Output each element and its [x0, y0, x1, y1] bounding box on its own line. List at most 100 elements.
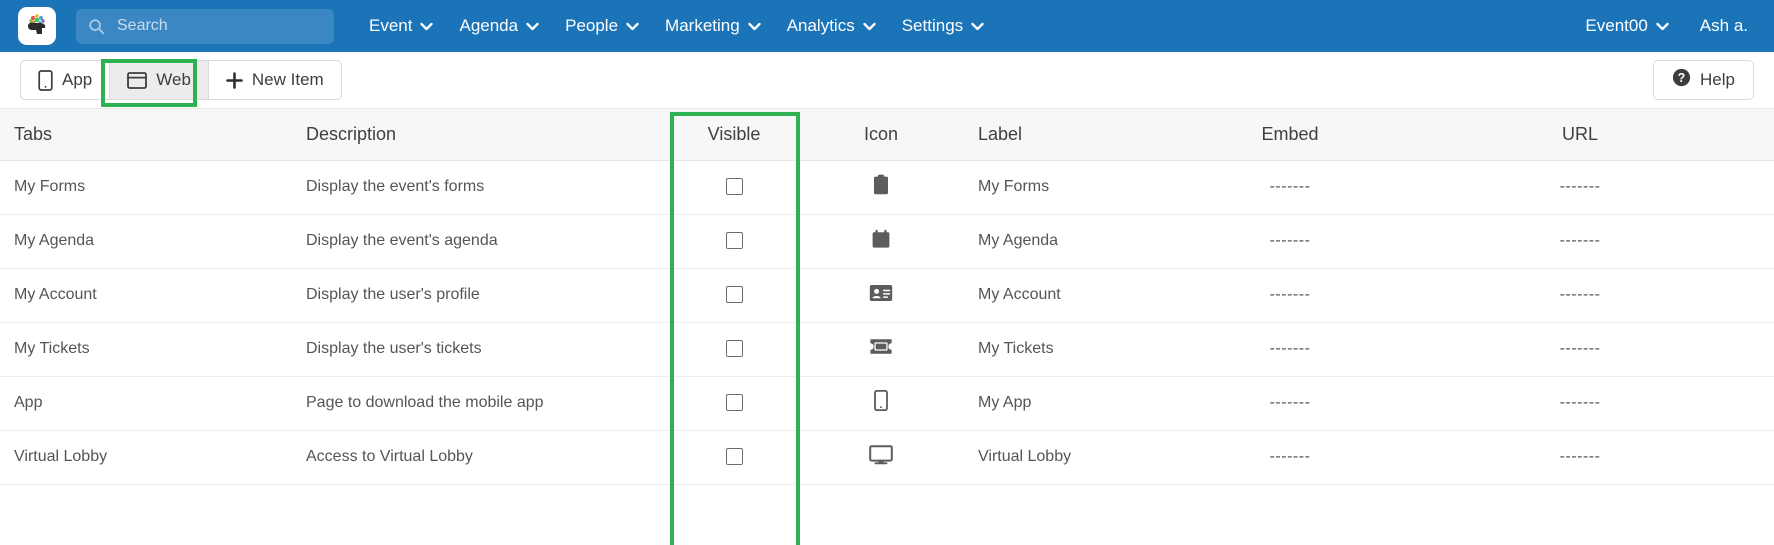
- toolbar: App Web New Item ? Help: [0, 52, 1774, 109]
- column-header-label[interactable]: Label: [964, 109, 1194, 161]
- nav-item-settings[interactable]: Settings: [889, 10, 997, 42]
- cell-description: Display the user's profile: [292, 268, 670, 323]
- nav-item-label: Agenda: [459, 16, 519, 35]
- search-input[interactable]: [115, 16, 322, 36]
- cell-description: Display the event's agenda: [292, 214, 670, 269]
- cell-tabs: My Forms: [0, 160, 292, 215]
- plus-icon: [226, 71, 243, 89]
- cell-embed: -------: [1194, 430, 1386, 485]
- cell-url: -------: [1386, 376, 1774, 431]
- mobile-icon: [38, 69, 53, 91]
- cell-tabs: App: [0, 376, 292, 431]
- cell-description: Display the event's forms: [292, 160, 670, 215]
- question-circle-icon: ?: [1672, 68, 1691, 92]
- table-row[interactable]: App Page to download the mobile app My A…: [0, 376, 1774, 431]
- cell-visible: [670, 268, 798, 323]
- visible-checkbox[interactable]: [725, 178, 743, 196]
- nav-item-label: Event: [369, 16, 413, 35]
- cell-label: My App: [964, 376, 1194, 431]
- app-view-label: App: [62, 70, 93, 89]
- cell-url: -------: [1386, 160, 1774, 215]
- ticket-icon: [869, 338, 893, 355]
- cell-icon: [798, 268, 964, 323]
- cell-icon: [798, 430, 964, 485]
- visible-checkbox[interactable]: [725, 340, 743, 358]
- nav-item-label: People: [565, 16, 619, 35]
- brand-logo-icon[interactable]: [18, 7, 56, 45]
- cell-icon: [798, 376, 964, 431]
- view-switcher: App Web New Item: [20, 60, 342, 100]
- user-menu-label: Ash a.: [1699, 16, 1748, 35]
- cell-label: My Account: [964, 268, 1194, 323]
- column-header-url[interactable]: URL: [1386, 109, 1774, 161]
- cell-visible: [670, 214, 798, 269]
- cell-visible: [670, 376, 798, 431]
- cell-icon: [798, 214, 964, 269]
- cell-description: Access to Virtual Lobby: [292, 430, 670, 485]
- nav-item-label: Marketing: [665, 16, 740, 35]
- cell-embed: -------: [1194, 268, 1386, 323]
- nav-item-event[interactable]: Event: [356, 10, 446, 42]
- new-item-button[interactable]: New Item: [207, 60, 342, 100]
- table-row[interactable]: My Tickets Display the user's tickets My…: [0, 322, 1774, 377]
- mobile-icon: [874, 390, 888, 411]
- chevron-down-icon: [526, 22, 539, 31]
- app-view-button[interactable]: App: [20, 60, 111, 100]
- table-header-row: Tabs Description Visible Icon Label Embe…: [0, 109, 1774, 161]
- main-nav: Event Agenda People Marketing Analytics …: [356, 10, 997, 42]
- event-selector[interactable]: Event00: [1572, 10, 1681, 42]
- chevron-down-icon: [626, 22, 639, 31]
- column-header-tabs[interactable]: Tabs: [0, 109, 292, 161]
- browser-window-icon: [127, 71, 148, 89]
- table-row[interactable]: My Account Display the user's profile My…: [0, 268, 1774, 323]
- chevron-down-icon: [863, 22, 876, 31]
- table-row[interactable]: My Agenda Display the event's agenda My …: [0, 214, 1774, 269]
- web-view-button[interactable]: Web: [109, 60, 209, 100]
- nav-item-marketing[interactable]: Marketing: [652, 10, 774, 42]
- table-row[interactable]: Virtual Lobby Access to Virtual Lobby Vi…: [0, 430, 1774, 485]
- cell-label: My Forms: [964, 160, 1194, 215]
- column-header-visible[interactable]: Visible: [670, 109, 798, 161]
- help-label: Help: [1700, 70, 1735, 89]
- cell-label: My Tickets: [964, 322, 1194, 377]
- cell-icon: [798, 160, 964, 215]
- search-box[interactable]: [76, 8, 334, 44]
- column-header-embed[interactable]: Embed: [1194, 109, 1386, 161]
- column-header-icon[interactable]: Icon: [798, 109, 964, 161]
- nav-item-analytics[interactable]: Analytics: [774, 10, 889, 42]
- svg-text:?: ?: [1678, 71, 1686, 85]
- visible-checkbox[interactable]: [725, 448, 743, 466]
- chevron-down-icon: [971, 22, 984, 31]
- desktop-monitor-icon: [869, 444, 893, 465]
- page-root: Event Agenda People Marketing: [0, 0, 1774, 545]
- tabs-table: Tabs Description Visible Icon Label Embe…: [0, 109, 1774, 485]
- calendar-icon: [871, 229, 891, 249]
- nav-item-people[interactable]: People: [552, 10, 652, 42]
- id-card-icon: [869, 284, 893, 302]
- cell-label: Virtual Lobby: [964, 430, 1194, 485]
- visible-checkbox[interactable]: [725, 394, 743, 412]
- help-button[interactable]: ? Help: [1653, 60, 1754, 100]
- cell-embed: -------: [1194, 214, 1386, 269]
- cell-url: -------: [1386, 268, 1774, 323]
- cell-url: -------: [1386, 430, 1774, 485]
- column-header-description[interactable]: Description: [292, 109, 670, 161]
- visible-checkbox[interactable]: [725, 286, 743, 304]
- table-row[interactable]: My Forms Display the event's forms My Fo…: [0, 160, 1774, 215]
- event-selector-label: Event00: [1585, 16, 1648, 35]
- cell-visible: [670, 430, 798, 485]
- app-header: Event Agenda People Marketing: [0, 0, 1774, 52]
- visible-checkbox[interactable]: [725, 232, 743, 250]
- cell-visible: [670, 322, 798, 377]
- nav-item-agenda[interactable]: Agenda: [446, 10, 552, 42]
- cell-tabs: My Agenda: [0, 214, 292, 269]
- user-menu[interactable]: Ash a.: [1686, 10, 1756, 42]
- cell-embed: -------: [1194, 160, 1386, 215]
- nav-item-label: Settings: [901, 16, 964, 35]
- cell-embed: -------: [1194, 376, 1386, 431]
- cell-tabs: My Tickets: [0, 322, 292, 377]
- cell-url: -------: [1386, 214, 1774, 269]
- nav-item-label: Analytics: [786, 16, 855, 35]
- cell-description: Page to download the mobile app: [292, 376, 670, 431]
- cell-icon: [798, 322, 964, 377]
